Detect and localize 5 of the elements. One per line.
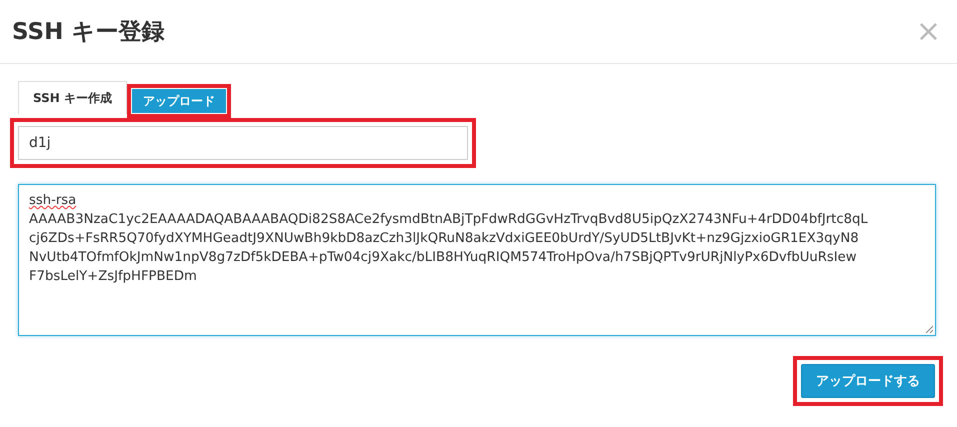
resize-grip-icon[interactable] bbox=[925, 325, 933, 333]
tab[interactable]: SSH キー作成 bbox=[18, 81, 127, 114]
public-key-textarea[interactable]: ssh-rsa AAAAB3NzaC1yc2EAAAADAQABAAABAQDi82S8ACe2fysmdBtnABjTpFdwRdGGvHzTrvqBvd8U5ipQzX2743NFu+4rDD04bfJrtc8qL cj6ZDs+FsRR5Q70fydXYMHGeadtJ9XNUwBh9kbD8azCzh3lJkQRuN8akzVdxiGEE0bUrdY/SyUD5LtBJvKt+nz9GjzxioGR1EX3qyN8 NvUtb4TOfmfOkJmNw1npV8g7zDf5kDEBA+pTw04cj9Xakc/bLIB8HYuqRIQM574TroHpOva/h7SBjQPTv9rURjNlyPx6DvfbUuRsIew F7bsLelY+ZsJfpHFPBEDm bbox=[18, 184, 936, 336]
dialog-title: SSH キー登録 bbox=[12, 18, 164, 47]
name-input-field[interactable]: d1j bbox=[18, 126, 468, 160]
